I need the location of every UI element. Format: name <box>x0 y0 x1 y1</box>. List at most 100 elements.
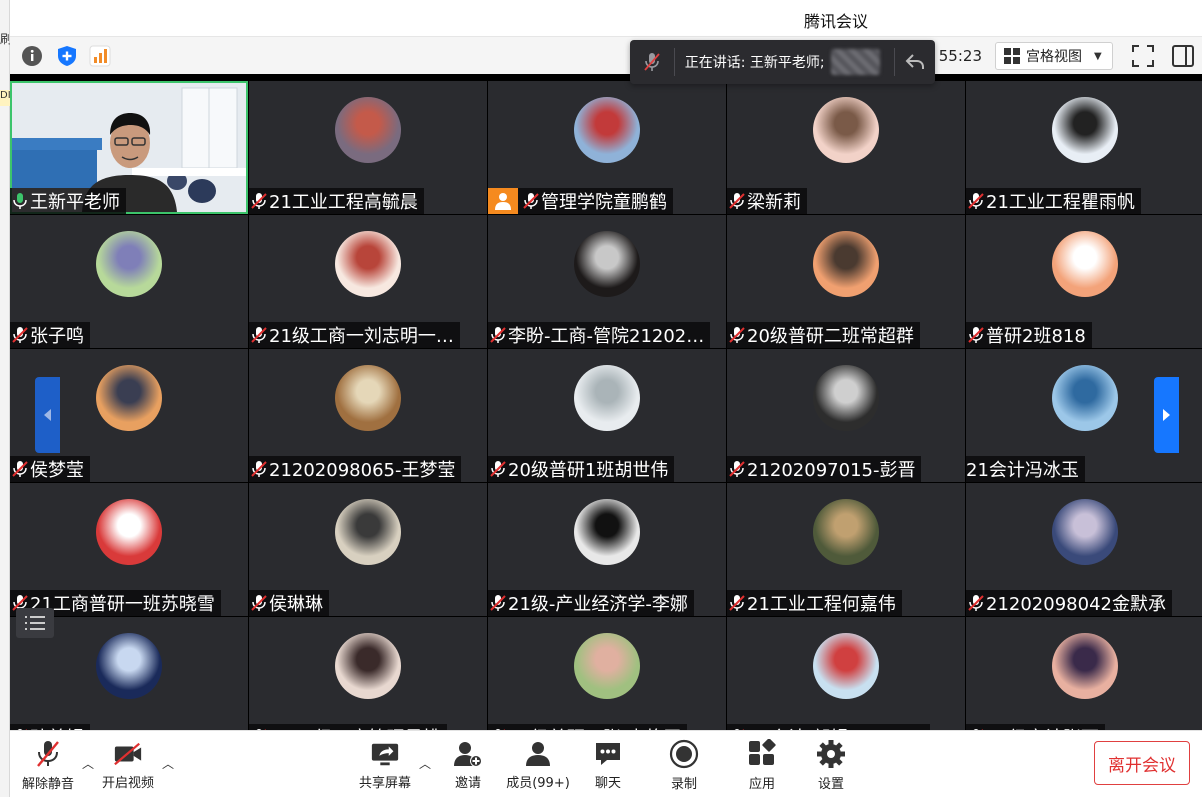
muted-mic-icon <box>727 325 747 345</box>
previous-page-button[interactable] <box>35 377 60 453</box>
muted-mic-icon <box>966 325 986 345</box>
fullscreen-icon[interactable] <box>1130 43 1156 69</box>
muted-mic-icon <box>521 191 541 211</box>
sidebar-toggle-icon[interactable] <box>1170 43 1196 69</box>
video-off-icon <box>113 739 143 768</box>
muted-mic-icon <box>966 593 986 613</box>
participant-tile[interactable]: 21202097015-彭晋 <box>727 349 965 482</box>
list-icon <box>25 615 45 631</box>
participant-nameplate: 21会计冯冰玉 <box>966 456 1085 482</box>
return-icon[interactable] <box>895 53 935 71</box>
avatar <box>813 97 879 163</box>
share-options-chevron-icon[interactable]: ︿ <box>419 755 431 772</box>
shield-icon[interactable] <box>55 44 79 68</box>
participant-tile[interactable]: 21级-产业经济学-李娜 <box>488 483 726 616</box>
participant-name: 21会计冯冰玉 <box>966 460 1079 481</box>
participant-nameplate: 王新平老师 <box>10 188 126 214</box>
participant-name: 21202097015-彭晋 <box>747 460 916 481</box>
chevron-left-icon <box>44 409 51 421</box>
participant-tile[interactable]: 21工商普研一班苏晓雪 <box>10 483 248 616</box>
participant-tile[interactable]: 管理学院童鹏鹤 <box>488 81 726 214</box>
avatar <box>813 231 879 297</box>
participant-tile[interactable]: 20级普研二班常超群 <box>727 215 965 348</box>
participant-tile[interactable]: 王新平老师 <box>10 81 248 214</box>
participant-tile[interactable]: 21工业工程高毓晨 <box>249 81 487 214</box>
participant-name: 21级工商一刘志明一… <box>269 326 454 347</box>
participant-name: 21工业工程何嘉伟 <box>747 594 896 615</box>
top-toolbar: 55:23 宫格视图 ▼ <box>10 36 1202 74</box>
avatar <box>335 231 401 297</box>
participant-tile[interactable]: 21级审计张丽 <box>966 617 1202 730</box>
muted-mic-icon <box>33 739 63 769</box>
participant-name: 21202098042金默承 <box>986 594 1166 615</box>
start-video-label: 开启视频 <box>101 776 154 791</box>
participant-name: 21工业工程高毓晨 <box>269 192 418 213</box>
participant-tile[interactable]: 梁新莉 <box>727 81 965 214</box>
participant-tile[interactable]: 21级普研一张-李艳玉 <box>488 617 726 730</box>
avatar <box>574 499 640 565</box>
record-button[interactable]: 录制 <box>649 739 719 792</box>
participant-tile[interactable]: 21会计-郭娟-212020 <box>727 617 965 730</box>
participant-nameplate: 20级普研二班常超群 <box>727 322 920 348</box>
participant-tile[interactable]: 21级工商一刘志明一… <box>249 215 487 348</box>
avatar <box>574 633 640 699</box>
avatar <box>1051 499 1118 565</box>
participant-name: 张子鸣 <box>30 326 84 347</box>
active-speaker-popup: 正在讲话: 王新平老师; <box>630 40 935 84</box>
invite-button[interactable]: 邀请 <box>433 739 503 791</box>
participant-nameplate: 21工业工程何嘉伟 <box>727 590 902 616</box>
participant-name: 李盼-工商-管院21202… <box>508 326 705 347</box>
start-video-button[interactable]: 开启视频 <box>93 739 163 791</box>
add-user-icon <box>453 739 483 768</box>
muted-mic-icon <box>488 325 508 345</box>
share-screen-button[interactable]: 共享屏幕 <box>350 739 420 791</box>
avatar <box>1051 97 1118 163</box>
participant-nameplate: 侯琳琳 <box>249 590 329 616</box>
record-icon <box>669 739 699 769</box>
chevron-right-icon <box>1163 409 1170 421</box>
leave-meeting-button[interactable]: 离开会议 <box>1094 741 1190 785</box>
participant-tile[interactable]: 21工业工程何嘉伟 <box>727 483 965 616</box>
list-view-button[interactable] <box>16 608 54 638</box>
settings-label: 设置 <box>817 777 844 792</box>
participant-nameplate: 李盼-工商-管院21202… <box>488 322 711 348</box>
participant-tile[interactable]: 20级普研1班胡世伟 <box>488 349 726 482</box>
participant-nameplate: 21工业工程高毓晨 <box>249 188 424 214</box>
info-icon[interactable] <box>20 44 44 68</box>
signal-icon[interactable] <box>88 44 112 68</box>
gallery-view-dropdown[interactable]: 宫格视图 ▼ <box>995 42 1113 70</box>
settings-button[interactable]: 设置 <box>796 739 866 792</box>
muted-mic-icon <box>249 459 269 479</box>
apps-label: 应用 <box>748 777 775 792</box>
avatar <box>335 97 401 163</box>
avatar <box>96 365 162 431</box>
apps-button[interactable]: 应用 <box>727 739 797 792</box>
unmute-label: 解除静音 <box>21 777 74 792</box>
participant-tile[interactable]: 李盼-工商-管院21202… <box>488 215 726 348</box>
video-options-chevron-icon[interactable]: ︿ <box>162 755 174 772</box>
participant-tile[interactable]: 21工业工程瞿雨帆 <box>966 81 1202 214</box>
share-screen-icon <box>370 739 400 768</box>
participant-tile[interactable]: 张子鸣 <box>10 215 248 348</box>
muted-mic-icon <box>10 325 30 345</box>
muted-mic-icon <box>727 593 747 613</box>
edge-label-2: DI <box>0 90 10 106</box>
participant-tile[interactable]: 21202098065-王梦莹 <box>249 349 487 482</box>
chevron-down-icon: ▼ <box>1094 50 1102 62</box>
avatar <box>96 633 162 699</box>
participant-name: 20级普研1班胡世伟 <box>508 460 669 481</box>
members-button[interactable]: 成员(99+) <box>503 739 573 791</box>
participant-tile[interactable]: 侯琳琳 <box>249 483 487 616</box>
avatar <box>574 97 640 163</box>
apps-icon <box>747 739 777 769</box>
participant-tile[interactable]: 普研2班818 <box>966 215 1202 348</box>
participant-tile[interactable]: 2019级工商管理吴桃 <box>249 617 487 730</box>
participant-tile[interactable]: 21202098042金默承 <box>966 483 1202 616</box>
unmute-button[interactable]: 解除静音 <box>13 739 83 792</box>
chat-button[interactable]: 聊天 <box>573 739 643 791</box>
participant-nameplate: 侯梦莹 <box>10 456 90 482</box>
next-page-button[interactable] <box>1154 377 1179 453</box>
participant-nameplate: 21级-产业经济学-李娜 <box>488 590 694 616</box>
meeting-window: 刷 DI 腾讯会议 55:23 宫格视图 ▼ 正在讲话: 王新平老师; 王新平老… <box>0 0 1202 797</box>
participant-nameplate: 梁新莉 <box>727 188 807 214</box>
